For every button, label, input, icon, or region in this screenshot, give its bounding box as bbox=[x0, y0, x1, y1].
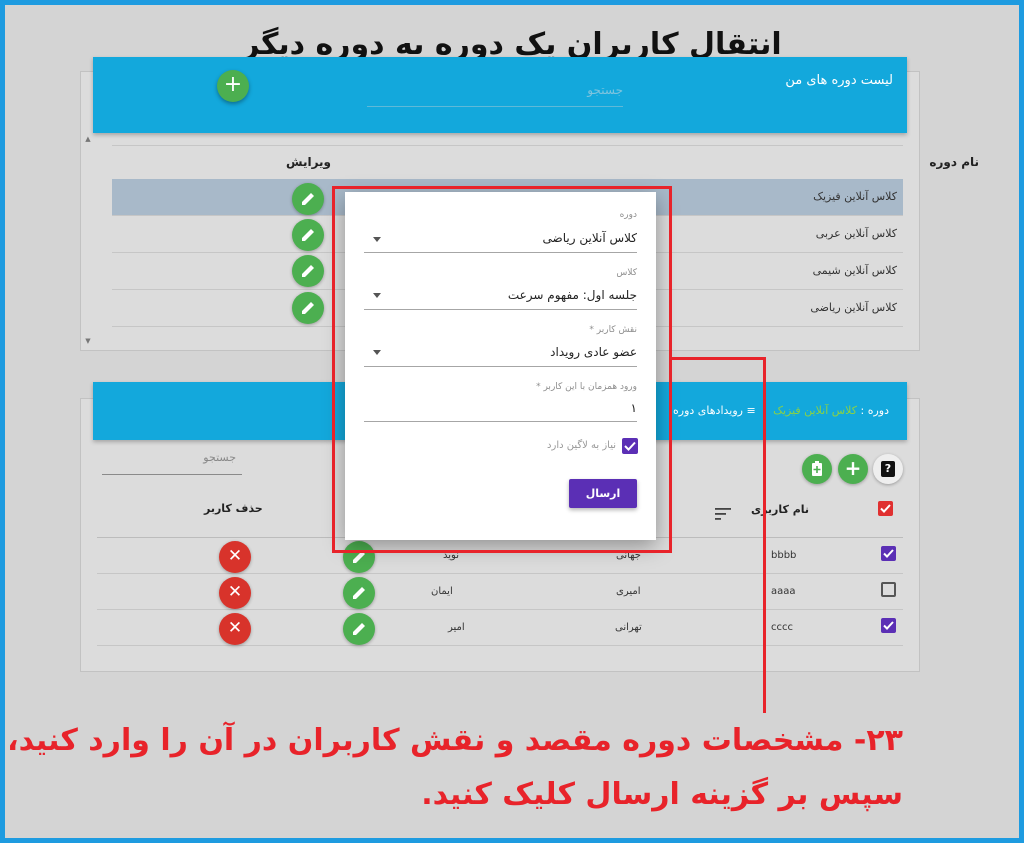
help-icon: ? bbox=[881, 461, 895, 477]
add-to-course-button[interactable] bbox=[802, 454, 832, 484]
courses-panel-header: لیست دوره های من جستجو + bbox=[93, 57, 907, 133]
delete-user-button[interactable]: ✕ bbox=[219, 541, 251, 573]
user-row[interactable]: aaaa امیری ایمان bbox=[97, 574, 903, 610]
annotation-pointer-horizontal bbox=[672, 357, 766, 360]
pencil-icon bbox=[353, 623, 365, 635]
column-header-course-name[interactable]: نام دوره bbox=[929, 155, 979, 169]
edit-user-button[interactable] bbox=[343, 577, 375, 609]
column-header-delete-user: حذف کاربر bbox=[204, 502, 263, 515]
clipboard-icon bbox=[812, 461, 822, 476]
course-name: کلاس آنلاین عربی bbox=[815, 227, 897, 240]
edit-course-button[interactable] bbox=[292, 183, 324, 215]
selected-course-label: دوره : کلاس آنلاین فیزیک bbox=[773, 404, 889, 417]
column-header-edit: ویرایش bbox=[286, 155, 332, 169]
add-user-button[interactable]: + bbox=[838, 454, 868, 484]
screenshot-frame: انتقال کاربران یک دوره به دوره دیگر لیست… bbox=[0, 0, 1024, 843]
last-name-cell: امیری bbox=[616, 586, 641, 597]
pencil-icon bbox=[302, 193, 314, 205]
course-events-tab[interactable]: ≡ رویدادهای دوره bbox=[673, 404, 756, 417]
course-name: کلاس آنلاین شیمی bbox=[812, 264, 897, 277]
edit-course-button[interactable] bbox=[292, 219, 324, 251]
check-icon bbox=[883, 549, 894, 558]
pencil-icon bbox=[302, 229, 314, 241]
users-search-input[interactable]: جستجو bbox=[102, 451, 242, 475]
username-cell: cccc bbox=[771, 622, 793, 633]
username-cell: aaaa bbox=[771, 586, 796, 597]
course-name: کلاس آنلاین ریاضی bbox=[810, 301, 897, 314]
scroll-up-icon[interactable]: ▲ bbox=[83, 135, 93, 143]
selected-course-name[interactable]: کلاس آنلاین فیزیک bbox=[773, 404, 857, 417]
user-checkbox[interactable] bbox=[881, 582, 896, 597]
instruction-text-line1: ۲۳- مشخصات دوره مقصد و نقش کاربران در آن… bbox=[7, 723, 903, 758]
courses-panel-title: لیست دوره های من bbox=[785, 73, 893, 88]
check-icon bbox=[883, 621, 894, 630]
close-icon: ✕ bbox=[227, 546, 243, 566]
course-prefix: دوره : bbox=[860, 404, 890, 417]
edit-user-button[interactable] bbox=[343, 613, 375, 645]
user-row[interactable]: cccc تهرانی امیر bbox=[97, 610, 903, 646]
delete-user-button[interactable]: ✕ bbox=[219, 577, 251, 609]
delete-user-button[interactable]: ✕ bbox=[219, 613, 251, 645]
plus-icon: + bbox=[844, 456, 862, 480]
course-events-label: رویدادهای دوره bbox=[673, 404, 743, 417]
courses-scrollbar[interactable]: ▲ ▼ bbox=[83, 133, 93, 351]
courses-search-input[interactable]: جستجو bbox=[367, 83, 623, 107]
menu-icon: ≡ bbox=[746, 404, 756, 417]
pencil-icon bbox=[302, 302, 314, 314]
edit-course-button[interactable] bbox=[292, 255, 324, 287]
pencil-icon bbox=[353, 587, 365, 599]
edit-course-button[interactable] bbox=[292, 292, 324, 324]
user-checkbox[interactable] bbox=[881, 618, 896, 633]
column-header-username[interactable]: نام کاربری bbox=[751, 503, 809, 516]
sort-icon[interactable] bbox=[715, 505, 731, 524]
annotation-highlight-box bbox=[332, 186, 672, 553]
close-icon: ✕ bbox=[227, 618, 243, 638]
add-course-button[interactable]: + bbox=[217, 70, 249, 102]
courses-table-divider bbox=[112, 145, 903, 146]
first-name-cell: ایمان bbox=[431, 586, 453, 597]
user-checkbox[interactable] bbox=[881, 546, 896, 561]
first-name-cell: امیر bbox=[448, 622, 465, 633]
select-all-checkbox[interactable] bbox=[878, 501, 893, 516]
close-icon: ✕ bbox=[227, 582, 243, 602]
check-icon bbox=[880, 504, 891, 513]
annotation-pointer-vertical bbox=[763, 357, 766, 713]
username-cell: bbbb bbox=[771, 550, 797, 561]
instruction-text-line2: سپس بر گزینه ارسال کلیک کنید. bbox=[421, 777, 903, 812]
course-name: کلاس آنلاین فیزیک bbox=[813, 190, 897, 203]
pencil-icon bbox=[302, 265, 314, 277]
plus-icon: + bbox=[223, 72, 243, 97]
help-button[interactable]: ? bbox=[873, 454, 903, 484]
last-name-cell: تهرانی bbox=[615, 622, 642, 633]
scroll-down-icon[interactable]: ▼ bbox=[83, 337, 93, 345]
